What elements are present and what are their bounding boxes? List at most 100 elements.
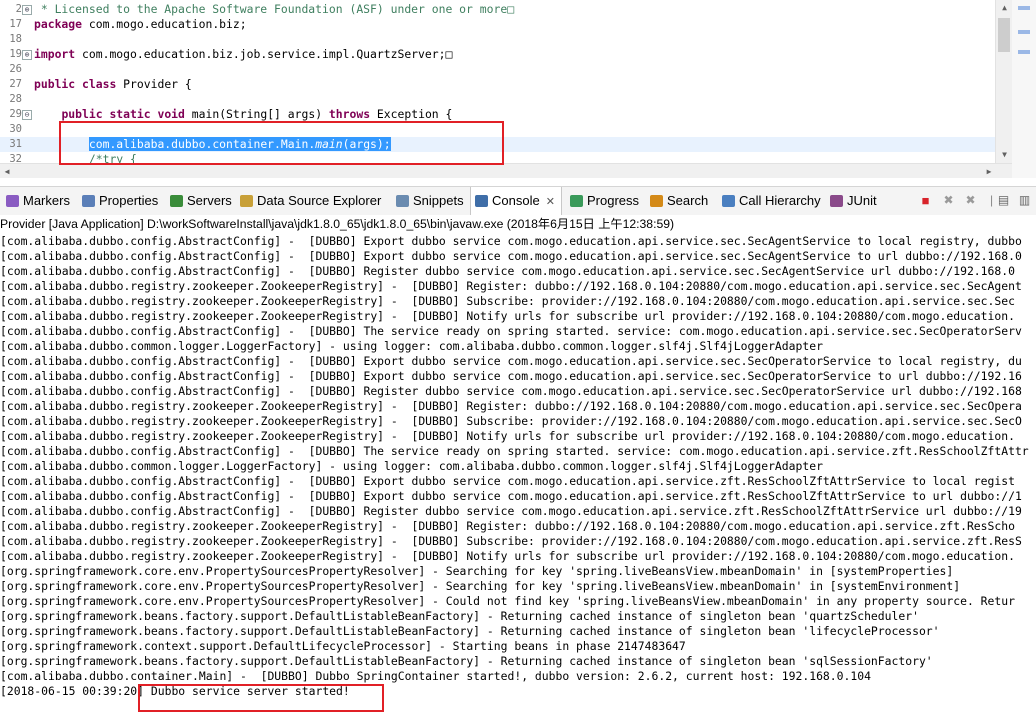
- tab-console[interactable]: Console ✕: [470, 187, 562, 215]
- line-number: 17: [9, 18, 22, 30]
- console-line: [com.alibaba.dubbo.registry.zookeeper.Zo…: [0, 429, 1015, 443]
- console-icon: [475, 195, 488, 207]
- highlight-box-server-started: [138, 684, 384, 712]
- tab-servers[interactable]: Servers: [166, 187, 234, 215]
- scroll-right-icon[interactable]: ▶: [982, 164, 996, 178]
- code-token: static: [109, 107, 151, 121]
- console-line: [org.springframework.beans.factory.suppo…: [0, 654, 933, 668]
- tab-markers[interactable]: Markers: [2, 187, 72, 215]
- console-line: [org.springframework.core.env.PropertySo…: [0, 564, 954, 578]
- scroll-left-icon[interactable]: ◀: [0, 164, 14, 178]
- console-line: [org.springframework.beans.factory.suppo…: [0, 609, 919, 623]
- code-token: Exception {: [370, 107, 453, 121]
- console-line: [com.alibaba.dubbo.config.AbstractConfig…: [0, 234, 1022, 248]
- code-editor[interactable]: 2 ⊕ * Licensed to the Apache Software Fou…: [0, 0, 1036, 178]
- tab-properties[interactable]: Properties: [78, 187, 160, 215]
- remove-launch-icon[interactable]: ✖: [941, 193, 956, 208]
- tab-label: Markers: [23, 193, 70, 208]
- line-number: 26: [9, 63, 22, 75]
- scroll-thumb[interactable]: [998, 18, 1010, 52]
- code-line[interactable]: 19 ⊕ import com.mogo.education.biz.job.ser…: [0, 47, 995, 62]
- code-line[interactable]: 26: [0, 62, 995, 77]
- line-number: 31: [9, 138, 22, 150]
- tab-label: Snippets: [413, 193, 464, 208]
- overview-mark[interactable]: [1018, 50, 1030, 54]
- code-token: * Licensed to the Apache Software Founda…: [34, 2, 508, 16]
- progress-icon: [570, 195, 583, 207]
- junit-icon: [830, 195, 843, 207]
- scroll-up-icon[interactable]: ▲: [996, 0, 1013, 16]
- tab-junit[interactable]: JUnit: [826, 187, 879, 215]
- tab-label: Search: [667, 193, 709, 208]
- highlight-box-main-call: [59, 121, 504, 165]
- code-line[interactable]: 28: [0, 92, 995, 107]
- code-text: package com.mogo.education.biz;: [34, 17, 247, 32]
- tab-data-source-explorer[interactable]: Data Source Explorer: [236, 187, 383, 215]
- properties-icon: [82, 195, 95, 207]
- console-line: [com.alibaba.dubbo.registry.zookeeper.Zo…: [0, 519, 1015, 533]
- expand-fold-icon[interactable]: ⊕: [22, 5, 32, 15]
- console-line: [com.alibaba.dubbo.container.Main] - [DU…: [0, 669, 871, 683]
- line-number: 18: [9, 33, 22, 45]
- code-token: public: [61, 107, 103, 121]
- code-line[interactable]: 18: [0, 32, 995, 47]
- overview-mark[interactable]: [1018, 30, 1030, 34]
- scroll-lock-icon[interactable]: ▥: [1017, 193, 1032, 208]
- tab-snippets[interactable]: Snippets: [392, 187, 466, 215]
- console-line: [org.springframework.beans.factory.suppo…: [0, 624, 940, 638]
- console-description: Provider [Java Application] D:\workSoftw…: [0, 215, 1036, 233]
- tab-search[interactable]: Search: [646, 187, 710, 215]
- view-tab-bar: Markers Properties Servers Data Source Expl…: [0, 186, 1036, 216]
- expand-fold-icon[interactable]: ⊕: [22, 50, 32, 60]
- line-number: 30: [9, 123, 22, 135]
- console-line: [com.alibaba.dubbo.config.AbstractConfig…: [0, 324, 1022, 338]
- tab-label: Call Hierarchy: [739, 193, 821, 208]
- code-token: throws: [328, 107, 371, 121]
- console-line: [org.springframework.context.support.Def…: [0, 639, 686, 653]
- line-number: 28: [9, 93, 22, 105]
- clear-console-icon[interactable]: ▤: [996, 193, 1011, 208]
- overview-ruler[interactable]: [1012, 0, 1036, 178]
- console-line: [org.springframework.core.env.PropertySo…: [0, 579, 961, 593]
- overview-mark[interactable]: [1018, 6, 1030, 10]
- console-line: [com.alibaba.dubbo.registry.zookeeper.Zo…: [0, 294, 1015, 308]
- console-output[interactable]: [com.alibaba.dubbo.config.AbstractConfig…: [0, 234, 1036, 716]
- console-line: [com.alibaba.dubbo.common.logger.LoggerF…: [0, 339, 823, 353]
- search-icon: [650, 195, 663, 207]
- console-line: [com.alibaba.dubbo.registry.zookeeper.Zo…: [0, 549, 1015, 563]
- console-line: [com.alibaba.dubbo.config.AbstractConfig…: [0, 369, 1022, 383]
- editor-vertical-scrollbar[interactable]: ▲ ▼: [995, 0, 1013, 163]
- editor-horizontal-scrollbar[interactable]: ◀ ▶: [0, 163, 1012, 178]
- line-number: 19: [9, 48, 22, 60]
- code-line[interactable]: 29 ⊖ public static void main(String[] arg…: [0, 107, 995, 122]
- console-line: [com.alibaba.dubbo.registry.zookeeper.Zo…: [0, 534, 1022, 548]
- terminate-icon[interactable]: ■: [918, 193, 933, 208]
- console-line: [com.alibaba.dubbo.common.logger.LoggerF…: [0, 459, 823, 473]
- code-token: package: [34, 17, 83, 31]
- collapse-fold-icon[interactable]: ⊖: [22, 110, 32, 120]
- console-line: [com.alibaba.dubbo.config.AbstractConfig…: [0, 384, 1022, 398]
- code-token: com.mogo.education.biz;: [82, 17, 247, 31]
- tab-label: Servers: [187, 193, 232, 208]
- console-line: [com.alibaba.dubbo.registry.zookeeper.Zo…: [0, 279, 1022, 293]
- code-token: public: [34, 77, 76, 91]
- code-token: com.mogo.education.biz.job.service.impl.…: [75, 47, 453, 61]
- console-line: [com.alibaba.dubbo.config.AbstractConfig…: [0, 249, 1022, 263]
- scroll-down-icon[interactable]: ▼: [996, 147, 1013, 163]
- tab-label: Console: [492, 193, 540, 208]
- console-line: [com.alibaba.dubbo.registry.zookeeper.Zo…: [0, 399, 1022, 413]
- close-tab-icon[interactable]: ✕: [546, 196, 555, 208]
- console-line: [com.alibaba.dubbo.config.AbstractConfig…: [0, 489, 1022, 503]
- code-line[interactable]: 2 ⊕ * Licensed to the Apache Software Fou…: [0, 2, 995, 17]
- tab-progress[interactable]: Progress: [566, 187, 641, 215]
- call-hierarchy-icon: [722, 195, 735, 207]
- tab-label: JUnit: [847, 193, 877, 208]
- tab-call-hierarchy[interactable]: Call Hierarchy: [718, 187, 823, 215]
- code-line[interactable]: 27 public class Provider {: [0, 77, 995, 92]
- tab-label: Data Source Explorer: [257, 193, 382, 208]
- remove-all-terminated-icon[interactable]: ✖: [963, 193, 978, 208]
- code-token: void: [157, 107, 185, 121]
- code-line[interactable]: 17 package com.mogo.education.biz;: [0, 17, 995, 32]
